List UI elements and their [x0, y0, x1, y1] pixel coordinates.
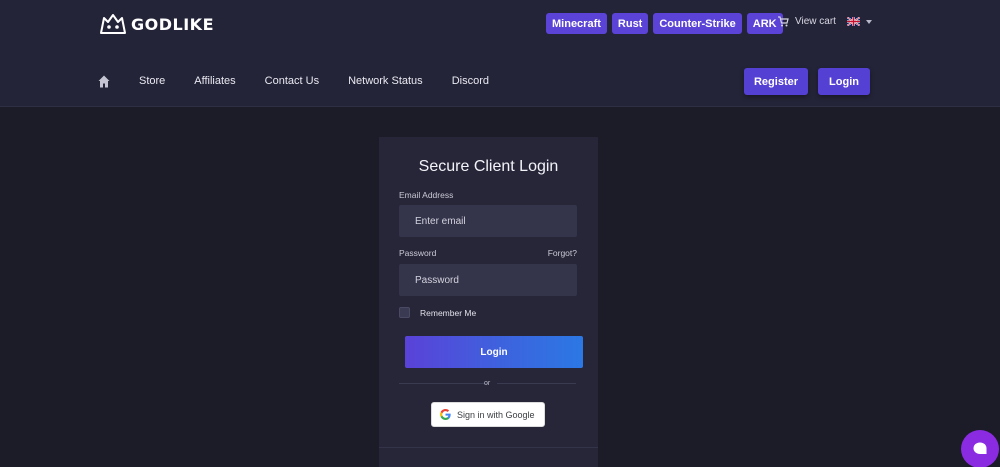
game-tags: Minecraft Rust Counter-Strike ARK — [546, 13, 783, 34]
login-title: Secure Client Login — [418, 158, 559, 175]
password-field[interactable] — [399, 264, 577, 296]
header-login-button[interactable]: Login — [818, 68, 870, 95]
login-submit-button[interactable]: Login — [405, 336, 583, 368]
password-label: Password — [399, 248, 437, 258]
nav-item-store[interactable]: Store — [139, 74, 165, 88]
google-icon — [440, 409, 451, 420]
nav-item-discord[interactable]: Discord — [452, 74, 489, 88]
cart-label: View cart — [795, 16, 836, 27]
chat-launcher[interactable] — [961, 430, 999, 467]
main-nav: Store Affiliates Contact Us Network Stat… — [98, 74, 518, 88]
cart-icon — [778, 16, 789, 27]
site-header: GODLIKE Minecraft Rust Counter-Strike AR… — [0, 0, 1000, 107]
uk-flag-icon — [847, 17, 860, 26]
language-selector[interactable] — [847, 17, 872, 26]
view-cart-link[interactable]: View cart — [777, 16, 836, 27]
email-field[interactable] — [399, 205, 577, 237]
game-tag-minecraft[interactable]: Minecraft — [546, 13, 607, 34]
nav-item-contact-us[interactable]: Contact Us — [265, 74, 319, 88]
nav-item-affiliates[interactable]: Affiliates — [194, 74, 235, 88]
chat-icon — [973, 442, 987, 454]
remember-me-label: Remember Me — [420, 307, 477, 318]
game-tag-rust[interactable]: Rust — [611, 13, 649, 34]
or-text: or — [484, 380, 491, 387]
divider-left — [399, 383, 489, 384]
logo-text: GODLIKE — [131, 14, 214, 34]
google-signin-label: Sign in with Google — [457, 409, 535, 420]
remember-me-checkbox[interactable] — [399, 307, 410, 318]
register-button[interactable]: Register — [744, 68, 808, 95]
login-card: Secure Client Login Email Address Passwo… — [379, 137, 598, 467]
email-label: Email Address — [399, 190, 454, 200]
forgot-password-link[interactable]: Forgot? — [548, 248, 577, 258]
home-icon[interactable] — [98, 75, 110, 88]
logo[interactable]: GODLIKE — [98, 11, 214, 37]
game-tag-counter-strike[interactable]: Counter-Strike — [653, 13, 742, 34]
divider-right — [497, 383, 576, 384]
chevron-down-icon — [866, 19, 872, 24]
nav-item-network-status[interactable]: Network Status — [348, 74, 423, 88]
logo-icon — [100, 14, 126, 34]
remember-me[interactable]: Remember Me — [399, 307, 476, 318]
card-separator — [379, 447, 598, 448]
google-signin-button[interactable]: Sign in with Google — [431, 402, 545, 427]
